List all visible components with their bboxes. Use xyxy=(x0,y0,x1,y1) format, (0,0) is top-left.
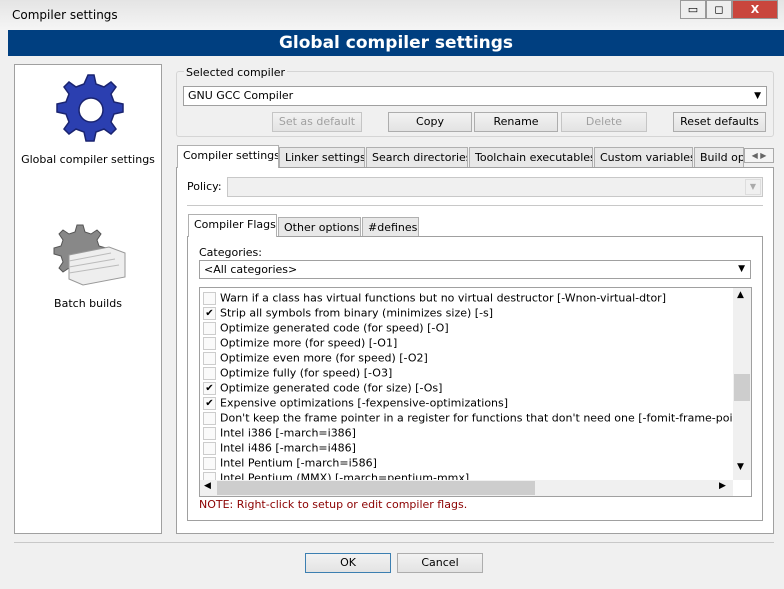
flag-label: Intel Pentium (MMX) [-march=pentium-mmx] xyxy=(220,471,470,481)
scroll-right-icon[interactable]: ▶ xyxy=(719,481,726,491)
flag-label: Don't keep the frame pointer in a regist… xyxy=(220,411,733,425)
checkbox-unchecked[interactable] xyxy=(203,471,216,480)
flag-row[interactable]: Optimize fully (for speed) [-O3] xyxy=(200,365,392,380)
flag-label: Strip all symbols from binary (minimizes… xyxy=(220,306,494,320)
sidebar-item-batch-builds[interactable]: Batch builds xyxy=(15,215,161,315)
horizontal-scrollbar[interactable]: ◀ ▶ xyxy=(200,480,733,496)
flag-label: Warn if a class has virtual functions bu… xyxy=(220,291,666,305)
flag-row[interactable]: ✔ Expensive optimizations [-fexpensive-op… xyxy=(200,395,508,410)
tab-other-options[interactable]: Other options xyxy=(278,217,361,236)
minimize-button[interactable]: ▭ xyxy=(680,0,706,19)
flags-rows: Warn if a class has virtual functions bu… xyxy=(200,290,733,480)
checkbox-unchecked[interactable] xyxy=(203,456,216,470)
flag-row[interactable]: Intel i386 [-march=i386] xyxy=(200,425,356,440)
tab-custom-variables[interactable]: Custom variables xyxy=(594,147,693,167)
tab-linker-settings[interactable]: Linker settings xyxy=(279,147,365,167)
flag-label: Expensive optimizations [-fexpensive-opt… xyxy=(220,396,509,410)
flag-label: Optimize more (for speed) [-O1] xyxy=(220,336,398,350)
window-title: Compiler settings xyxy=(12,8,118,22)
checkbox-unchecked[interactable] xyxy=(203,351,216,365)
vertical-scrollbar[interactable]: ▲ ▼ xyxy=(733,288,751,480)
compiler-select-value: GNU GCC Compiler xyxy=(188,89,294,102)
flag-row[interactable]: Optimize even more (for speed) [-O2] xyxy=(200,350,428,365)
tab-scroll-left-icon[interactable]: ◀ xyxy=(752,151,758,160)
tab-scroll: ◀ ▶ xyxy=(744,148,774,163)
tab-build-options[interactable]: Build options xyxy=(694,147,744,167)
flag-row[interactable]: Warn if a class has virtual functions bu… xyxy=(200,290,666,305)
maximize-button[interactable]: ◻ xyxy=(706,0,732,19)
flag-row[interactable]: Optimize more (for speed) [-O1] xyxy=(200,335,397,350)
tab-toolchain-executables[interactable]: Toolchain executables xyxy=(469,147,593,167)
delete-button[interactable]: Delete xyxy=(561,112,647,132)
close-button[interactable]: X xyxy=(732,0,778,19)
flag-label: Intel i386 [-march=i386] xyxy=(220,426,356,440)
chevron-down-icon: ▼ xyxy=(745,179,761,195)
rename-button[interactable]: Rename xyxy=(474,112,558,132)
set-as-default-button[interactable]: Set as default xyxy=(272,112,362,132)
compiler-select[interactable]: GNU GCC Compiler ▼ xyxy=(183,86,767,106)
tab-defines[interactable]: #defines xyxy=(362,217,419,236)
categories-select[interactable]: <All categories> ▼ xyxy=(199,260,751,279)
sidebar: Global compiler settings Batch builds xyxy=(14,64,162,534)
flag-label: Optimize even more (for speed) [-O2] xyxy=(220,351,428,365)
flag-row[interactable]: ✔ Strip all symbols from binary (minimize… xyxy=(200,305,493,320)
sidebar-item-global-compiler-settings[interactable]: Global compiler settings xyxy=(15,69,161,179)
tab-search-directories[interactable]: Search directories xyxy=(366,147,468,167)
checkbox-unchecked[interactable] xyxy=(203,321,216,335)
checkbox-checked[interactable]: ✔ xyxy=(203,306,216,320)
batch-gear-icon xyxy=(53,224,126,286)
scroll-left-icon[interactable]: ◀ xyxy=(204,481,211,491)
checkbox-unchecked[interactable] xyxy=(203,426,216,440)
divider xyxy=(187,205,763,206)
ok-button[interactable]: OK xyxy=(305,553,391,573)
flag-label: Optimize generated code (for speed) [-O] xyxy=(220,321,449,335)
copy-button[interactable]: Copy xyxy=(388,112,472,132)
flag-row[interactable]: Optimize generated code (for speed) [-O] xyxy=(200,320,449,335)
flag-label: Intel Pentium [-march=i586] xyxy=(220,456,377,470)
checkbox-checked[interactable]: ✔ xyxy=(203,396,216,410)
checkbox-unchecked[interactable] xyxy=(203,411,216,425)
checkbox-unchecked[interactable] xyxy=(203,336,216,350)
sidebar-item-label: Batch builds xyxy=(54,297,122,310)
flag-row[interactable]: Intel i486 [-march=i486] xyxy=(200,440,356,455)
flag-label: Optimize generated code (for size) [-Os] xyxy=(220,381,443,395)
reset-defaults-button[interactable]: Reset defaults xyxy=(673,112,766,132)
cancel-button[interactable]: Cancel xyxy=(397,553,483,573)
vertical-scroll-thumb[interactable] xyxy=(734,374,750,401)
policy-select[interactable]: ▼ xyxy=(227,177,763,197)
categories-label: Categories: xyxy=(199,246,262,259)
scroll-up-icon[interactable]: ▲ xyxy=(737,290,744,300)
tab-compiler-flags[interactable]: Compiler Flags xyxy=(188,214,277,237)
policy-label: Policy: xyxy=(187,180,222,193)
categories-value: <All categories> xyxy=(204,263,298,276)
page-title: Global compiler settings xyxy=(8,30,784,56)
scroll-down-icon[interactable]: ▼ xyxy=(737,462,744,472)
flags-list[interactable]: Warn if a class has virtual functions bu… xyxy=(199,287,752,497)
tab-scroll-right-icon[interactable]: ▶ xyxy=(760,151,766,160)
flag-label: Intel i486 [-march=i486] xyxy=(220,441,356,455)
selected-compiler-label: Selected compiler xyxy=(184,66,288,79)
note-text: NOTE: Right-click to setup or edit compi… xyxy=(199,498,468,511)
checkbox-unchecked[interactable] xyxy=(203,366,216,380)
flag-label: Optimize fully (for speed) [-O3] xyxy=(220,366,393,380)
tab-compiler-settings[interactable]: Compiler settings xyxy=(177,145,279,168)
checkbox-unchecked[interactable] xyxy=(203,291,216,305)
flag-row[interactable]: Intel Pentium (MMX) [-march=pentium-mmx] xyxy=(200,470,469,480)
checkbox-unchecked[interactable] xyxy=(203,441,216,455)
chevron-down-icon: ▼ xyxy=(754,91,761,101)
checkbox-checked[interactable]: ✔ xyxy=(203,381,216,395)
chevron-down-icon: ▼ xyxy=(738,264,745,274)
horizontal-scroll-thumb[interactable] xyxy=(217,481,535,495)
flag-row[interactable]: ✔ Optimize generated code (for size) [-Os… xyxy=(200,380,442,395)
flag-row[interactable]: Don't keep the frame pointer in a regist… xyxy=(200,410,733,425)
title-bar: Compiler settings xyxy=(0,0,784,30)
flag-row[interactable]: Intel Pentium [-march=i586] xyxy=(200,455,377,470)
sidebar-item-label: Global compiler settings xyxy=(21,153,155,166)
divider xyxy=(14,542,774,543)
gear-icon xyxy=(56,74,124,142)
